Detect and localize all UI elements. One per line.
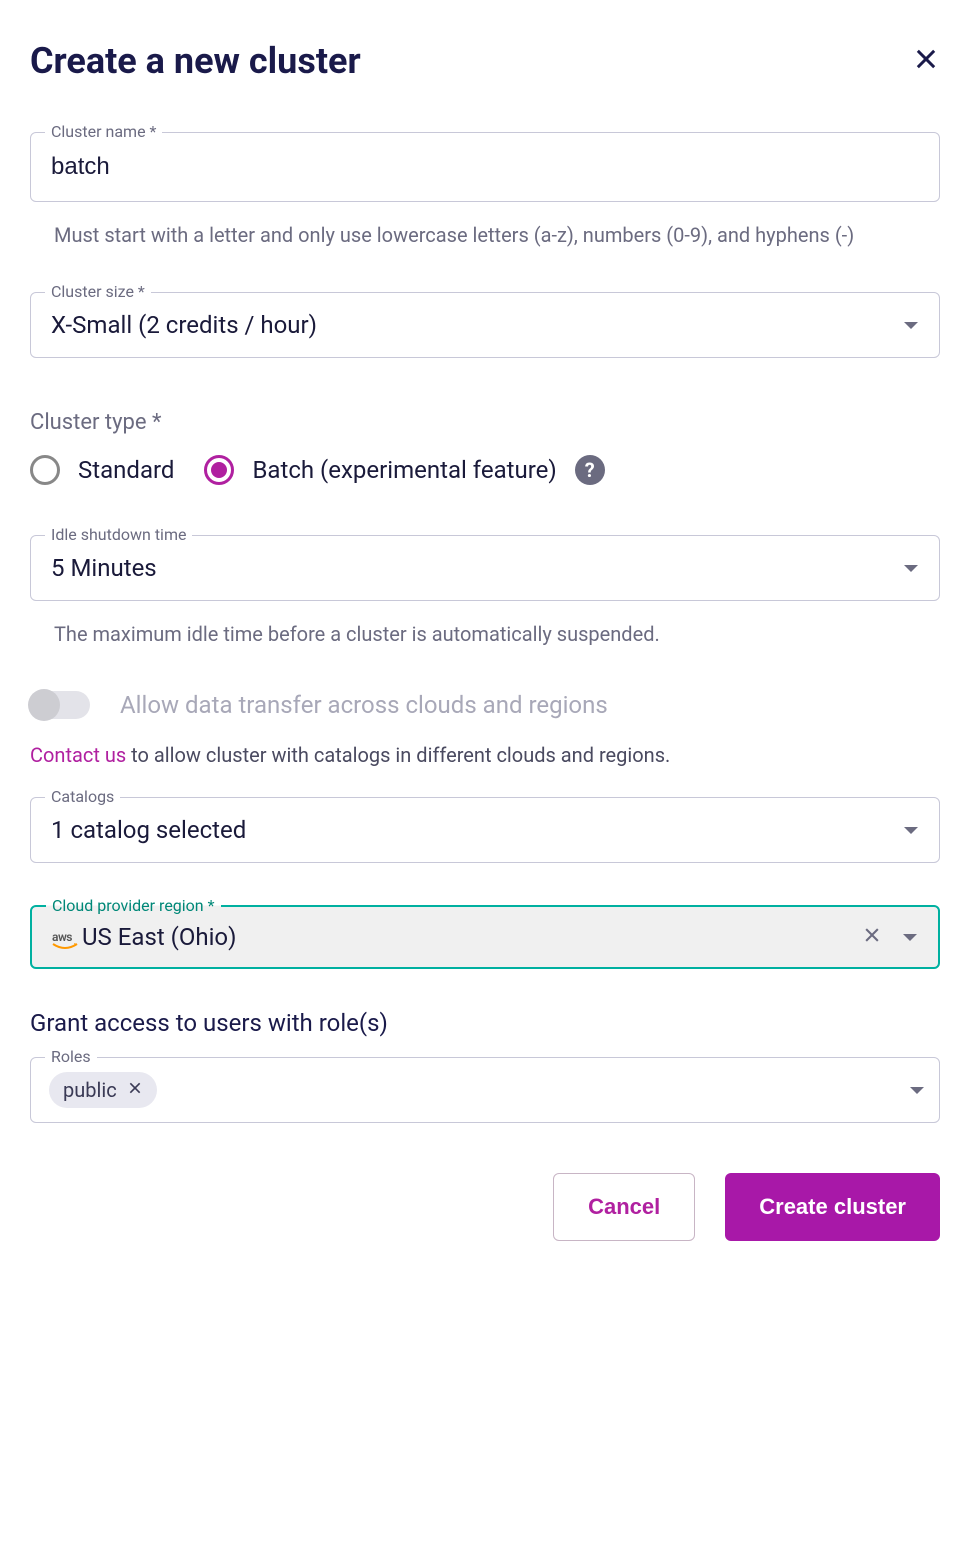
- cluster-name-helper: Must start with a letter and only use lo…: [54, 218, 916, 252]
- radio-batch-label: Batch (experimental feature): [252, 456, 556, 484]
- chevron-down-icon: [909, 1081, 925, 1100]
- contact-rest-text: to allow cluster with catalogs in differ…: [126, 743, 670, 767]
- aws-icon: aws: [52, 930, 72, 944]
- radio-standard[interactable]: Standard: [30, 455, 174, 485]
- cluster-size-select[interactable]: Cluster size * X-Small (2 credits / hour…: [30, 292, 940, 358]
- grant-access-heading: Grant access to users with role(s): [30, 1009, 940, 1037]
- create-cluster-button[interactable]: Create cluster: [725, 1173, 940, 1241]
- chevron-down-icon: [903, 559, 919, 578]
- help-icon[interactable]: ?: [575, 455, 605, 485]
- close-icon[interactable]: [912, 45, 940, 77]
- radio-standard-label: Standard: [78, 456, 174, 484]
- chevron-down-icon: [902, 928, 918, 947]
- cluster-name-field[interactable]: Cluster name *: [30, 132, 940, 202]
- cluster-name-label: Cluster name *: [45, 122, 162, 141]
- roles-label: Roles: [45, 1047, 97, 1066]
- cross-region-toggle[interactable]: [30, 691, 90, 719]
- cluster-size-value: X-Small (2 credits / hour): [51, 311, 317, 339]
- region-value: US East (Ohio): [82, 923, 236, 951]
- catalogs-select[interactable]: Catalogs 1 catalog selected: [30, 797, 940, 863]
- toggle-knob-icon: [28, 689, 60, 721]
- cluster-type-label: Cluster type *: [30, 410, 940, 435]
- role-chip: public: [49, 1072, 157, 1108]
- region-select[interactable]: Cloud provider region * aws US East (Ohi…: [30, 905, 940, 969]
- cross-region-label: Allow data transfer across clouds and re…: [120, 691, 608, 719]
- contact-us-link[interactable]: Contact us: [30, 743, 126, 767]
- radio-batch[interactable]: Batch (experimental feature) ?: [204, 455, 604, 485]
- page-title: Create a new cluster: [30, 40, 361, 82]
- roles-select[interactable]: Roles public: [30, 1057, 940, 1123]
- cluster-type-group: Standard Batch (experimental feature) ?: [30, 455, 940, 485]
- chevron-down-icon: [903, 821, 919, 840]
- chip-remove-icon[interactable]: [127, 1080, 143, 1100]
- role-chip-label: public: [63, 1078, 117, 1102]
- region-label: Cloud provider region *: [46, 896, 221, 915]
- radio-circle-icon: [30, 455, 60, 485]
- catalogs-value: 1 catalog selected: [51, 816, 246, 844]
- radio-circle-selected-icon: [204, 455, 234, 485]
- idle-shutdown-label: Idle shutdown time: [45, 525, 192, 544]
- clear-icon[interactable]: [862, 925, 882, 949]
- catalogs-label: Catalogs: [45, 787, 120, 806]
- idle-shutdown-select[interactable]: Idle shutdown time 5 Minutes: [30, 535, 940, 601]
- idle-shutdown-value: 5 Minutes: [51, 554, 157, 582]
- chevron-down-icon: [903, 316, 919, 335]
- cluster-size-label: Cluster size *: [45, 282, 151, 301]
- idle-shutdown-helper: The maximum idle time before a cluster i…: [54, 617, 916, 651]
- cluster-name-input[interactable]: [31, 133, 939, 201]
- cancel-button[interactable]: Cancel: [553, 1173, 695, 1241]
